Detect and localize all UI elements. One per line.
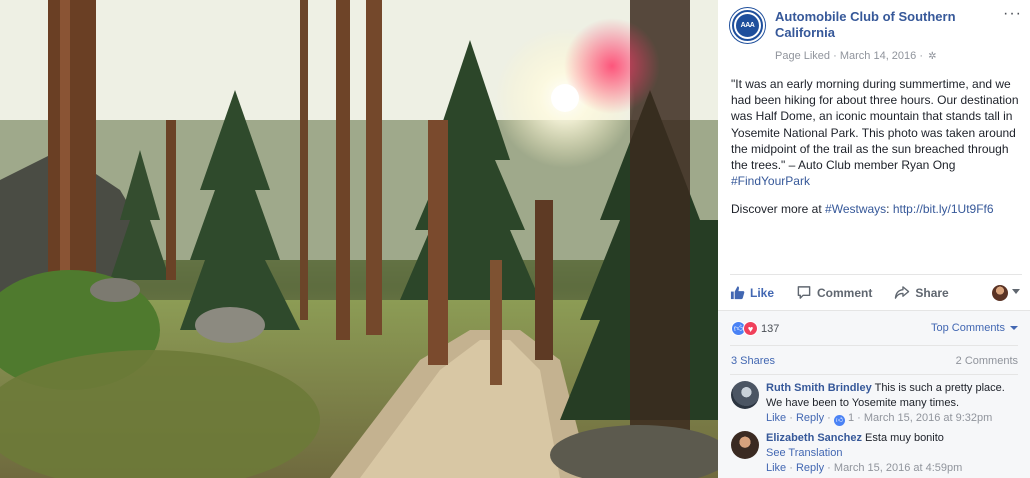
reaction-count: 137 <box>761 322 780 335</box>
share-label: Share <box>915 285 949 300</box>
thumbs-up-icon <box>730 286 745 300</box>
comment-author[interactable]: Ruth Smith Brindley <box>766 382 872 394</box>
avatar-text: AAA <box>740 22 755 29</box>
commenter-avatar[interactable] <box>731 431 759 459</box>
love-reaction-icon: ♥ <box>743 321 758 336</box>
comment-like-count[interactable]: 1 <box>848 412 854 424</box>
posting-as-avatar[interactable] <box>992 285 1008 301</box>
separator: · <box>789 412 796 424</box>
page-liked-label: Page Liked <box>775 50 831 62</box>
comment-body: Elizabeth Sanchez Esta muy bonito See Tr… <box>766 431 1018 476</box>
commenter-avatar[interactable] <box>731 381 759 409</box>
discover-line: Discover more at #Westways: http://bit.l… <box>731 202 994 216</box>
comment-bubble-icon <box>797 286 811 299</box>
share-arrow-icon <box>895 286 910 299</box>
post-side-panel: AAA Automobile Club of Southern Californ… <box>718 0 1030 478</box>
share-button[interactable]: Share <box>894 285 949 300</box>
comment-body: Ruth Smith Brindley This is such a prett… <box>766 381 1018 426</box>
caret-down-icon <box>1010 326 1018 330</box>
comment-label: Comment <box>817 285 873 300</box>
comment-actions: Like · Reply · March 15, 2016 at 4:59pm <box>766 461 1018 476</box>
post-body-text: "It was an early morning during summerti… <box>731 77 1019 173</box>
post-date[interactable]: March 14, 2016 <box>840 50 916 62</box>
comment-reply-link[interactable]: Reply <box>796 462 824 474</box>
page-name-link[interactable]: Automobile Club of Southern California <box>775 9 975 41</box>
separator: · <box>857 412 864 424</box>
post-header: AAA Automobile Club of Southern Californ… <box>730 6 1022 62</box>
aaa-logo-icon: AAA <box>734 12 761 39</box>
bitly-link[interactable]: http://bit.ly/1Ut9Ff6 <box>893 202 994 216</box>
meta-separator: · <box>919 50 927 62</box>
page-avatar[interactable]: AAA <box>730 8 765 43</box>
comment-author[interactable]: Elizabeth Sanchez <box>766 432 862 444</box>
westways-hashtag-link[interactable]: #Westways <box>825 202 886 216</box>
divider <box>730 374 1018 375</box>
reactions-summary[interactable]: 👍︎ ♥ 137 <box>731 321 779 336</box>
separator: · <box>827 412 834 424</box>
comment-timestamp[interactable]: March 15, 2016 at 9:32pm <box>864 412 992 424</box>
discover-colon: : <box>886 202 893 216</box>
comments-count[interactable]: 2 Comments <box>956 355 1018 367</box>
comment-like-icon: 👍︎ <box>833 415 845 426</box>
comment-actions: Like · Reply · 👍︎ 1 · March 15, 2016 at … <box>766 411 1018 426</box>
feedback-section: 👍︎ ♥ 137 Top Comments 3 Shares 2 Comment… <box>718 310 1030 478</box>
separator: · <box>789 462 796 474</box>
post-photo[interactable] <box>0 0 718 478</box>
like-label: Like <box>750 285 775 300</box>
meta-separator: · <box>833 50 840 62</box>
comment-timestamp[interactable]: March 15, 2016 at 4:59pm <box>834 462 962 474</box>
shares-link[interactable]: 3 Shares <box>731 355 775 367</box>
more-options-icon[interactable]: ··· <box>1003 6 1022 22</box>
comment-like-link[interactable]: Like <box>766 462 786 474</box>
separator: · <box>827 462 834 474</box>
divider <box>730 345 1018 346</box>
forest-trail-image <box>0 0 718 478</box>
hashtag-link[interactable]: #FindYourPark <box>731 174 810 188</box>
top-comments-dropdown[interactable]: Top Comments <box>931 322 1018 334</box>
post-body: "It was an early morning during summerti… <box>731 76 1021 189</box>
top-comments-label: Top Comments <box>931 322 1005 334</box>
comment-button[interactable]: Comment <box>796 285 872 300</box>
see-translation-link[interactable]: See Translation <box>766 446 1018 461</box>
comment-like-link[interactable]: Like <box>766 412 786 424</box>
gear-icon[interactable]: ✲ <box>928 51 936 62</box>
post-actions-bar: Like Comment Share <box>730 274 1022 310</box>
chevron-down-icon[interactable] <box>1012 289 1020 294</box>
comment-reply-link[interactable]: Reply <box>796 412 824 424</box>
like-button[interactable]: Like <box>730 285 774 300</box>
post-meta: Page Liked · March 14, 2016 · ✲ <box>775 50 936 62</box>
discover-prefix: Discover more at <box>731 202 826 216</box>
comment-text: Esta muy bonito <box>865 432 944 444</box>
